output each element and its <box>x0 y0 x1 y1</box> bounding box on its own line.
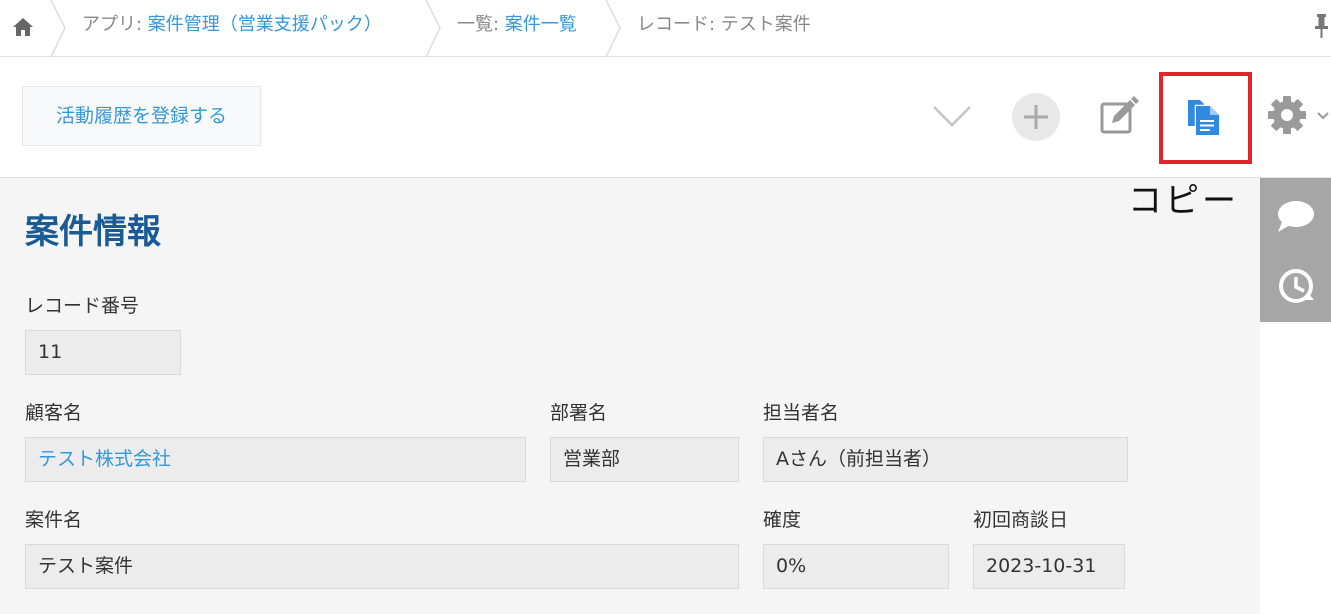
department-label: 部署名 <box>550 402 608 424</box>
breadcrumb-record: レコード: テスト案件 <box>637 14 811 35</box>
breadcrumb-view: 一覧: 案件一覧 <box>457 13 577 37</box>
customer-name-label: 顧客名 <box>25 402 83 424</box>
copy-tooltip: コピー <box>1128 181 1239 221</box>
record-number-value: 11 <box>25 330 181 375</box>
breadcrumb-view-prefix: 一覧: <box>457 14 505 35</box>
deal-name-label: 案件名 <box>25 509 83 531</box>
register-activity-button[interactable]: 活動履歴を登録する <box>22 86 261 146</box>
add-record-icon[interactable] <box>1011 92 1061 142</box>
edit-icon[interactable] <box>1098 95 1140 137</box>
breadcrumb-separator <box>50 0 66 57</box>
section-title: 案件情報 <box>25 212 161 252</box>
first-meeting-date-value: 2023-10-31 <box>973 544 1125 589</box>
person-in-charge-label: 担当者名 <box>763 402 840 424</box>
pin-icon[interactable] <box>1312 12 1331 40</box>
probability-label: 確度 <box>763 509 802 531</box>
department-value: 営業部 <box>550 437 739 482</box>
first-meeting-date-label: 初回商談日 <box>973 509 1069 531</box>
record-number-label: レコード番号 <box>25 295 140 317</box>
breadcrumb-separator <box>605 0 621 57</box>
breadcrumb-app-link[interactable]: 案件管理（営業支援パック） <box>148 14 382 35</box>
person-in-charge-value: Aさん（前担当者） <box>763 437 1128 482</box>
breadcrumb-app-prefix: アプリ: <box>82 14 148 35</box>
comment-icon[interactable] <box>1260 178 1331 250</box>
breadcrumb-view-link[interactable]: 案件一覧 <box>505 14 577 35</box>
gear-icon[interactable] <box>1267 95 1307 135</box>
probability-value: 0% <box>763 544 949 589</box>
breadcrumb-app: アプリ: 案件管理（営業支援パック） <box>82 13 382 37</box>
gear-dropdown-chevron-icon[interactable] <box>1316 110 1330 122</box>
side-rail <box>1260 178 1331 322</box>
deal-name-value: テスト案件 <box>25 544 739 589</box>
breadcrumb: アプリ: 案件管理（営業支援パック） 一覧: 案件一覧 レコード: テスト案件 <box>0 0 1331 57</box>
home-icon[interactable] <box>10 15 36 39</box>
record-toolbar: 活動履歴を登録する <box>0 57 1331 178</box>
breadcrumb-separator <box>425 0 441 57</box>
history-icon[interactable] <box>1260 250 1331 322</box>
copy-button-highlight <box>1159 72 1252 164</box>
chevron-down-icon[interactable] <box>930 101 974 131</box>
customer-name-link[interactable]: テスト株式会社 <box>25 437 526 482</box>
